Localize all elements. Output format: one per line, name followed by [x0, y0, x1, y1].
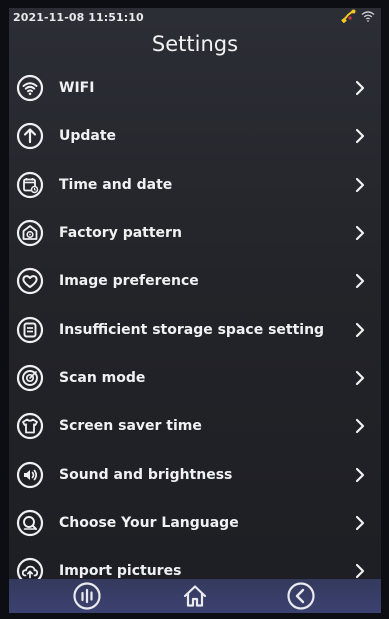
target-icon [16, 364, 44, 392]
menu-item-label: Image preference [59, 273, 199, 290]
settings-menu: WIFI Update Time and date Factory patter… [9, 64, 381, 595]
menu-item-label: Choose Your Language [59, 514, 239, 531]
usb-connection-icon [341, 9, 357, 23]
menu-item-label: Screen saver time [59, 418, 202, 435]
menu-item-screen-saver-time[interactable]: Screen saver time [9, 402, 381, 450]
storage-icon [16, 316, 44, 344]
back-icon[interactable] [286, 581, 316, 611]
menu-item-factory-pattern[interactable]: Factory pattern [9, 209, 381, 257]
menu-item-image-preference[interactable]: Image preference [9, 257, 381, 305]
menu-item-time-and-date[interactable]: Time and date [9, 161, 381, 209]
chevron-right-icon [355, 419, 365, 434]
device-bezel: 2021-11-08 11:51:10 Settings WIFI Update… [0, 0, 389, 619]
menu-item-sound-and-brightness[interactable]: Sound and brightness [9, 450, 381, 498]
status-bar: 2021-11-08 11:51:10 [9, 8, 381, 26]
menu-item-label: Import pictures [59, 563, 182, 580]
menu-item-label: Update [59, 128, 117, 145]
menu-item-label: Factory pattern [59, 225, 182, 242]
wifi-icon [16, 74, 44, 102]
menu-item-label: WIFI [59, 80, 95, 97]
bottom-navigation-bar [9, 579, 381, 613]
page-title: Settings [151, 32, 239, 56]
chevron-right-icon [355, 225, 365, 241]
language-icon [16, 509, 44, 537]
menu-item-label: Time and date [59, 176, 173, 193]
menu-item-wifi[interactable]: WIFI [9, 64, 381, 112]
status-datetime: 2021-11-08 11:51:10 [13, 11, 144, 24]
calendar-icon [16, 171, 44, 199]
menu-item-update[interactable]: Update [9, 112, 381, 160]
chevron-right-icon [355, 81, 365, 96]
chevron-right-icon [355, 274, 365, 289]
shirt-icon [16, 412, 44, 440]
status-icons [341, 9, 375, 23]
chevron-right-icon [355, 129, 365, 144]
settings-screen: 2021-11-08 11:51:10 Settings WIFI Update… [9, 8, 381, 613]
chevron-right-icon [355, 177, 365, 192]
menu-item-label: Insufficient storage space setting [59, 321, 325, 338]
menu-item-label: Sound and brightness [59, 466, 233, 483]
chevron-right-icon [355, 322, 365, 337]
arrow-up-icon [16, 122, 44, 150]
factory-gear-icon [16, 219, 44, 247]
home-icon[interactable] [180, 581, 210, 611]
chevron-right-icon [355, 515, 365, 530]
menu-item-insufficient-storage[interactable]: Insufficient storage space setting [9, 305, 381, 353]
equalizer-icon[interactable] [72, 581, 102, 611]
menu-item-choose-language[interactable]: Choose Your Language [9, 499, 381, 547]
sound-brightness-icon [16, 461, 44, 489]
chevron-right-icon [355, 564, 365, 579]
menu-item-label: Scan mode [59, 369, 146, 386]
heart-icon [16, 267, 44, 295]
wifi-status-icon [361, 10, 375, 22]
chevron-right-icon [355, 370, 365, 386]
chevron-right-icon [355, 467, 365, 482]
menu-item-scan-mode[interactable]: Scan mode [9, 354, 381, 402]
